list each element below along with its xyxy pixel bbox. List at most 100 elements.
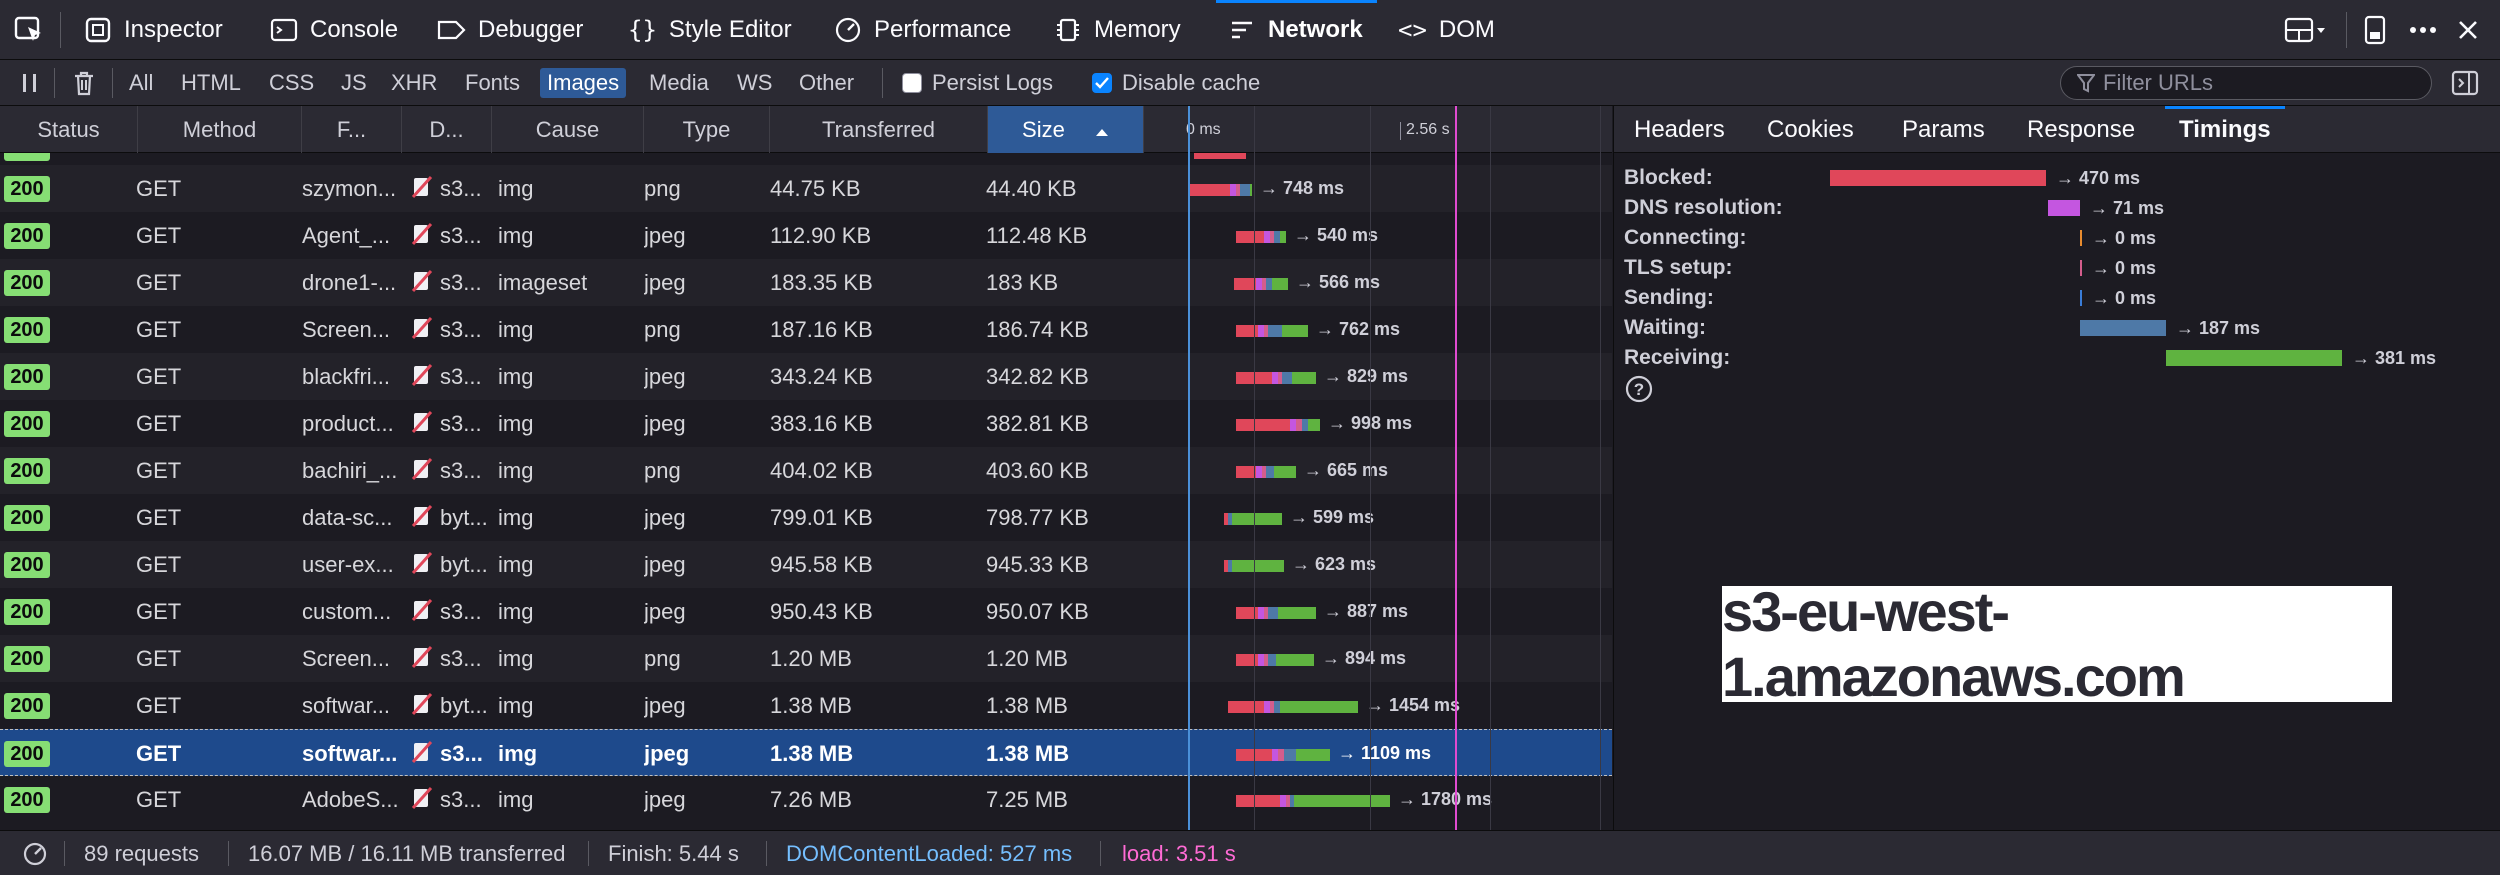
- waterfall-total-time: → 1780 ms: [1398, 789, 1493, 809]
- cell-transferred: 7.26 MB: [770, 787, 852, 812]
- filter-all[interactable]: All: [122, 68, 160, 98]
- filter-css[interactable]: CSS: [262, 68, 321, 98]
- tab-params[interactable]: Params: [1902, 106, 1985, 153]
- tab-dom[interactable]: <> DOM: [1398, 0, 1495, 60]
- filter-other[interactable]: Other: [792, 68, 861, 98]
- cell-size: 342.82 KB: [986, 364, 1089, 389]
- tab-network[interactable]: Network: [1216, 0, 1377, 60]
- waterfall-segment: [1236, 419, 1290, 431]
- waterfall-segment: [1308, 419, 1320, 431]
- responsive-mode-button[interactable]: [2362, 14, 2388, 46]
- tab-inspector[interactable]: Inspector: [84, 0, 223, 60]
- cell-size: 798.77 KB: [986, 505, 1089, 530]
- more-options-button[interactable]: [2408, 14, 2438, 46]
- filter-fonts[interactable]: Fonts: [458, 68, 527, 98]
- filter-media[interactable]: Media: [642, 68, 716, 98]
- close-devtools-button[interactable]: [2456, 14, 2480, 46]
- cell-cause: img: [498, 458, 534, 483]
- blocked-tracker-icon: [410, 353, 434, 400]
- cell-transferred: 183.35 KB: [770, 270, 873, 295]
- console-icon: [270, 18, 298, 42]
- waterfall-segment: [1232, 513, 1282, 525]
- cell-method: GET: [136, 552, 182, 577]
- tab-timings[interactable]: Timings: [2165, 106, 2285, 153]
- cell-type: jpeg: [644, 505, 686, 530]
- tab-response[interactable]: Response: [2027, 106, 2135, 153]
- timing-value: → 71 ms: [2090, 198, 2165, 218]
- domcontentloaded-time: DOMContentLoaded: 527 ms: [786, 841, 1073, 866]
- disable-cache-label: Disable cache: [1122, 70, 1261, 95]
- cell-transferred: 383.16 KB: [770, 411, 873, 436]
- cell-domain: byt...: [440, 505, 488, 530]
- blocked-tracker-icon: [410, 400, 434, 447]
- cell-size: 403.60 KB: [986, 458, 1089, 483]
- waterfall-segment: [1250, 184, 1252, 196]
- cell-transferred: 343.24 KB: [770, 364, 873, 389]
- cell-transferred: 187.16 KB: [770, 317, 873, 342]
- column-size[interactable]: Size: [988, 106, 1144, 153]
- filter-urls-search[interactable]: [2060, 66, 2432, 100]
- tab-console[interactable]: Console: [270, 0, 398, 60]
- waterfall-segment: [1266, 466, 1274, 478]
- waterfall-segment: [1282, 372, 1292, 384]
- svg-text:?: ?: [1634, 380, 1644, 399]
- filter-funnel-icon: [2077, 74, 2095, 93]
- clear-requests-icon[interactable]: [72, 70, 96, 102]
- cell-file: softwar...: [302, 693, 391, 718]
- cell-cause: img: [498, 505, 534, 530]
- cell-file: Screen...: [302, 646, 391, 671]
- filter-urls-input[interactable]: [2103, 70, 2403, 96]
- filter-html[interactable]: HTML: [174, 68, 248, 98]
- timing-bar: [2166, 350, 2342, 366]
- persist-logs-checkbox[interactable]: Persist Logs: [902, 70, 1053, 96]
- checkmark-icon: [1092, 73, 1112, 93]
- cell-method: GET: [136, 787, 182, 812]
- tab-debugger[interactable]: Debugger: [436, 0, 583, 60]
- tab-headers[interactable]: Headers: [1634, 106, 1725, 153]
- blocked-tracker-icon: [410, 494, 434, 541]
- cell-method: GET: [136, 270, 182, 295]
- dom-icon: <>: [1398, 16, 1427, 44]
- filter-ws[interactable]: WS: [730, 68, 779, 98]
- style-editor-icon: {}: [628, 16, 657, 44]
- column-type[interactable]: Type: [644, 106, 770, 153]
- waterfall-segment: [1268, 607, 1278, 619]
- cell-cause: img: [498, 223, 534, 248]
- toolbar-separator: [60, 12, 61, 48]
- tab-performance[interactable]: Performance: [834, 0, 1011, 60]
- cell-status: 200: [4, 411, 50, 437]
- column-method[interactable]: Method: [138, 106, 302, 153]
- dock-options-button[interactable]: [2284, 14, 2328, 46]
- tab-cookies[interactable]: Cookies: [1767, 106, 1854, 153]
- filter-images[interactable]: Images: [540, 68, 627, 98]
- performance-analysis-icon[interactable]: [22, 841, 48, 873]
- tab-memory[interactable]: Memory: [1054, 0, 1181, 60]
- pause-recording-icon[interactable]: [20, 72, 40, 100]
- column-file[interactable]: F...: [302, 106, 402, 153]
- element-picker-icon[interactable]: [14, 16, 44, 44]
- help-icon[interactable]: ?: [1624, 374, 1654, 410]
- timing-value: → 0 ms: [2092, 228, 2157, 248]
- cell-domain: s3...: [440, 458, 482, 483]
- cell-file: AdobeS...: [302, 787, 398, 812]
- filter-js[interactable]: JS: [334, 68, 374, 98]
- debugger-icon: [437, 20, 466, 40]
- toggle-sidebar-icon[interactable]: [2450, 68, 2480, 104]
- blocked-tracker-icon: [410, 776, 434, 823]
- cell-size: 112.48 KB: [986, 223, 1088, 248]
- cell-domain: s3...: [440, 599, 482, 624]
- column-domain[interactable]: D...: [402, 106, 492, 153]
- waterfall-total-time: → 540 ms: [1294, 225, 1379, 245]
- column-cause[interactable]: Cause: [492, 106, 644, 153]
- sort-ascending-icon: [1095, 129, 1108, 136]
- disable-cache-checkbox[interactable]: Disable cache: [1092, 70, 1260, 96]
- column-transferred[interactable]: Transferred: [770, 106, 988, 153]
- filter-xhr[interactable]: XHR: [384, 68, 444, 98]
- tab-style-editor[interactable]: {} Style Editor: [628, 0, 792, 60]
- column-waterfall[interactable]: 0 ms 2.56 s: [1144, 106, 1612, 153]
- cell-size: 183 KB: [986, 270, 1059, 295]
- details-tabs: Headers Cookies Params Response Timings: [1614, 106, 2500, 153]
- column-status[interactable]: Status: [0, 106, 138, 153]
- waterfall-segment: [1268, 325, 1282, 337]
- timing-value: → 470 ms: [2056, 168, 2141, 188]
